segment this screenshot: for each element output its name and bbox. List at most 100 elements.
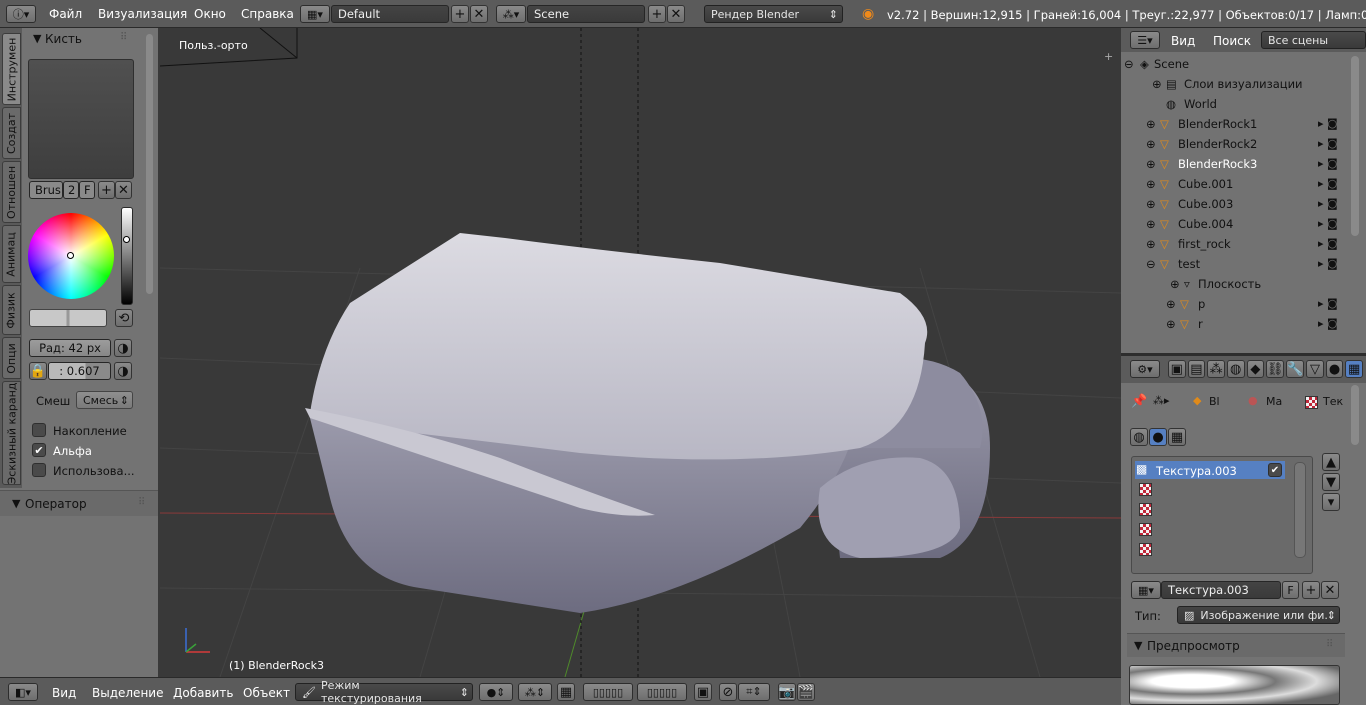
scene-field[interactable]: Scene — [527, 5, 645, 23]
rock-mesh[interactable] — [160, 28, 1121, 677]
texture-name-field[interactable]: Текстура.003 — [1161, 581, 1281, 599]
outliner-row-object-active[interactable]: ⊕ ▽ BlenderRock3 — [1124, 154, 1349, 174]
texture-fake-user-button[interactable]: F — [1282, 581, 1299, 599]
menu-help[interactable]: Справка — [241, 7, 294, 21]
snap-element-dropdown[interactable]: ⌗⇕ — [738, 683, 770, 701]
expand-icon[interactable]: + — [1104, 50, 1113, 63]
expand-icon[interactable]: ⊕ — [1170, 277, 1184, 291]
layers-row-2[interactable]: ▯▯▯▯▯ — [637, 683, 687, 701]
expand-icon[interactable]: ⊕ — [1166, 297, 1180, 311]
expand-icon[interactable]: ⊕ — [1146, 137, 1160, 151]
collapse-triangle-icon[interactable]: ▼ — [12, 497, 20, 510]
object-tab-icon[interactable]: ◆ — [1246, 360, 1265, 378]
expand-icon[interactable]: ⊕ — [1146, 117, 1160, 131]
accumulate-checkbox[interactable] — [32, 423, 46, 437]
blend-mode-dropdown[interactable]: Смесь ⇕ — [76, 391, 133, 409]
outliner-menu-view[interactable]: Вид — [1171, 34, 1195, 48]
texture-browse-button[interactable]: ▦▾ — [1131, 581, 1161, 599]
texture-list-scrollbar[interactable] — [1294, 462, 1306, 558]
brush-fake-user-button[interactable]: F — [79, 181, 95, 199]
screen-layout-field[interactable]: Default — [331, 5, 449, 23]
tab-animation[interactable]: Анимац — [2, 225, 21, 283]
outliner-editor-type-icon[interactable]: ☰▾ — [1130, 31, 1160, 49]
3d-viewport[interactable]: Польз.-орто (1) BlenderRock3 + — [160, 28, 1121, 677]
outliner-row-object[interactable]: ⊕ ▽ BlenderRock1 — [1124, 114, 1349, 134]
expand-icon[interactable]: ⊕ — [1166, 317, 1180, 331]
viewport-menu-view[interactable]: Вид — [52, 686, 76, 700]
breadcrumb-texture[interactable]: Тек — [1323, 395, 1343, 408]
new-texture-button[interactable]: + — [1302, 581, 1320, 599]
remove-scene-button[interactable]: ✕ — [667, 5, 685, 23]
remove-layout-button[interactable]: ✕ — [470, 5, 488, 23]
drag-handle-icon[interactable]: ⠿ — [1326, 639, 1333, 650]
viewport-menu-add[interactable]: Добавить — [173, 686, 233, 700]
menu-file[interactable]: Файл — [49, 7, 82, 21]
add-scene-button[interactable]: + — [648, 5, 666, 23]
pivot-point-dropdown[interactable]: ⁂⇕ — [518, 683, 552, 701]
tool-shelf-scrollbar[interactable] — [146, 34, 153, 294]
new-brush-button[interactable]: + — [98, 181, 115, 199]
collapse-triangle-icon[interactable]: ▼ — [33, 32, 41, 45]
brush-name-field[interactable]: Brus — [29, 181, 63, 199]
brush-strength-slider[interactable]: : 0.607 — [48, 362, 111, 380]
outliner-row-object[interactable]: ⊕ ▽ Cube.001 — [1124, 174, 1349, 194]
collapse-icon[interactable]: ⊖ — [1146, 257, 1160, 271]
texture-slot-empty-icon[interactable] — [1139, 483, 1152, 496]
brush-texture-type-icon[interactable]: ▦ — [1168, 428, 1186, 446]
world-tab-icon[interactable]: ◍ — [1226, 360, 1245, 378]
brush-radius-slider[interactable]: Рад: 42 px — [29, 339, 111, 357]
outliner-row-child[interactable]: ⊕ ▽ p — [1124, 294, 1349, 314]
color-swatch[interactable] — [29, 309, 107, 327]
viewport-menu-select[interactable]: Выделение — [92, 686, 163, 700]
outliner-row-object[interactable]: ⊕ ▽ Cube.004 — [1124, 214, 1349, 234]
scene-icon[interactable]: ⁂▾ — [496, 5, 526, 23]
swap-colors-button[interactable]: ⟲ — [115, 309, 133, 327]
interaction-mode-dropdown[interactable]: 🖌 Режим текстурирования ⇕ — [295, 679, 473, 705]
snap-toggle-icon[interactable]: ⊘ — [719, 683, 737, 701]
unlink-brush-button[interactable]: ✕ — [115, 181, 132, 199]
move-slot-down-button[interactable]: ▼ — [1322, 473, 1340, 491]
move-slot-up-button[interactable]: ▲ — [1322, 453, 1340, 471]
viewport-shading-dropdown[interactable]: ●⇕ — [479, 683, 513, 701]
face-mask-toggle[interactable]: ▦ — [557, 683, 575, 701]
render-tab-icon[interactable]: ▣ — [1168, 360, 1186, 378]
outliner-row-object[interactable]: ⊕ ▽ first_rock — [1124, 234, 1349, 254]
drag-handle-icon[interactable]: ⠿ — [120, 32, 127, 43]
tab-create[interactable]: Создат — [2, 107, 21, 159]
expand-icon[interactable]: ⊕ — [1146, 177, 1160, 191]
pin-icon[interactable]: 📌 — [1131, 394, 1147, 409]
texture-slot-empty-icon[interactable] — [1139, 543, 1152, 556]
world-texture-type-icon[interactable]: ◍ — [1130, 428, 1148, 446]
menu-render[interactable]: Визуализация — [98, 7, 187, 21]
expand-icon[interactable]: ⊕ — [1146, 157, 1160, 171]
tab-relations[interactable]: Отношен — [2, 161, 21, 223]
texture-type-dropdown[interactable]: ▨ Изображение или фи... ⇕ — [1177, 606, 1340, 624]
color-picker-cursor[interactable] — [67, 252, 74, 259]
expand-icon[interactable]: ⊕ — [1146, 237, 1160, 251]
drag-handle-icon[interactable]: ⠿ — [138, 497, 145, 508]
value-slider-handle[interactable] — [123, 236, 130, 243]
viewport-editor-type-icon[interactable]: ◧▾ — [8, 683, 38, 701]
data-tab-icon[interactable]: ▽ — [1306, 360, 1324, 378]
outliner-row-render-layers[interactable]: ⊕ ▤ Слои визуализации — [1124, 74, 1349, 94]
material-texture-type-icon[interactable]: ● — [1149, 428, 1167, 446]
collapse-icon[interactable]: ⊖ — [1124, 57, 1136, 71]
strength-pressure-toggle[interactable]: ◑ — [114, 362, 132, 380]
breadcrumb-object[interactable]: Bl — [1209, 395, 1220, 408]
breadcrumb-material[interactable]: Ма — [1266, 395, 1282, 408]
outliner-row-object[interactable]: ⊖ ▽ test — [1124, 254, 1349, 274]
outliner-row-child[interactable]: ⊕ ▽ r — [1124, 314, 1349, 334]
unlink-texture-button[interactable]: ✕ — [1321, 581, 1339, 599]
texture-slot-empty-icon[interactable] — [1139, 523, 1152, 536]
scene-tab-icon[interactable]: ⁂ — [1207, 360, 1225, 378]
layers-row-1[interactable]: ▯▯▯▯▯ — [583, 683, 633, 701]
opengl-render-image-icon[interactable]: 📷 — [778, 683, 796, 701]
outliner-row-scene[interactable]: ⊖ ◈ Scene — [1124, 54, 1349, 74]
brush-preview[interactable] — [28, 59, 134, 179]
expand-icon[interactable]: ⊕ — [1146, 217, 1160, 231]
texture-slot-enabled-checkbox[interactable]: ✔ — [1268, 463, 1282, 477]
outliner-menu-search[interactable]: Поиск — [1213, 34, 1251, 48]
opengl-render-animation-icon[interactable]: 🎬 — [797, 683, 815, 701]
lock-camera-icon[interactable]: ▣ — [694, 683, 712, 701]
outliner-display-filter[interactable]: Все сцены — [1261, 31, 1366, 49]
